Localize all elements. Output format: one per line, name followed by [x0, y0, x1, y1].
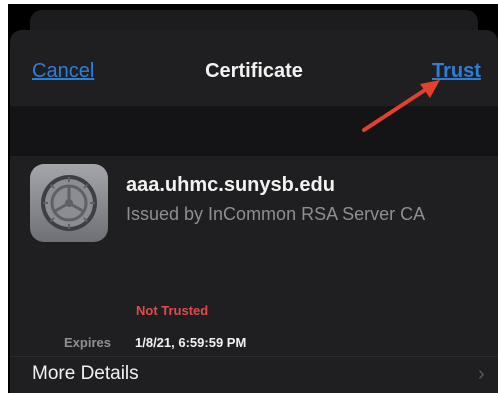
trust-status-label: Not Trusted — [136, 303, 209, 318]
red-arrow-icon — [362, 80, 440, 132]
certificate-sheet: Cancel Certificate Trust aaa.uhmc.sunysb… — [10, 30, 498, 393]
more-details-label: More Details — [32, 363, 139, 384]
certificate-summary: aaa.uhmc.sunysb.edu Issued by InCommon R… — [10, 156, 498, 356]
certificate-name: aaa.uhmc.sunysb.edu — [126, 174, 335, 196]
certificate-issuer: Issued by InCommon RSA Server CA — [126, 204, 426, 224]
gear-icon — [30, 164, 108, 242]
screen-frame: Cancel Certificate Trust aaa.uhmc.sunysb… — [8, 4, 498, 393]
expires-label: Expires — [64, 335, 111, 350]
more-details-row[interactable]: More Details › — [10, 357, 498, 393]
chevron-right-icon: › — [478, 363, 485, 385]
expires-value: 1/8/21, 6:59:59 PM — [135, 335, 247, 350]
